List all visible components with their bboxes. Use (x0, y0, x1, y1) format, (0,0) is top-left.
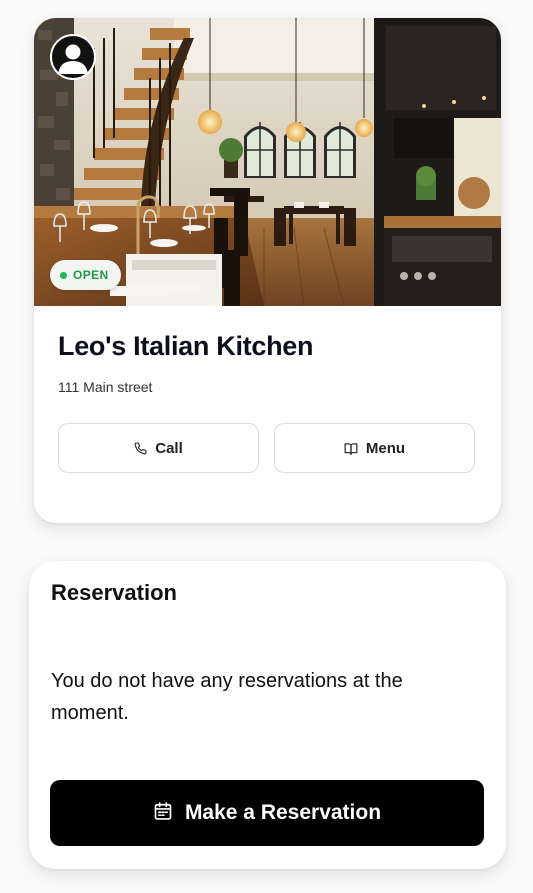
status-text: OPEN (73, 268, 109, 282)
restaurant-card: OPEN Leo's Italian Kitchen 111 Main stre… (34, 18, 501, 523)
status-badge: OPEN (50, 260, 121, 290)
status-dot-icon (60, 271, 67, 279)
menu-button-label: Menu (365, 439, 406, 457)
phone-icon (134, 441, 147, 455)
calendar-icon (153, 801, 173, 826)
reservation-card: Reservation You do not have any reservat… (29, 561, 506, 869)
restaurant-name: Leo's Italian Kitchen (58, 331, 314, 361)
menu-button[interactable]: Menu (274, 423, 475, 473)
make-reservation-label: Make a Reservation (184, 801, 382, 824)
call-button[interactable]: Call (58, 423, 259, 473)
restaurant-hero-image: OPEN (34, 18, 501, 306)
make-reservation-button[interactable]: Make a Reservation (50, 780, 484, 846)
reservation-title: Reservation (51, 580, 177, 605)
call-button-label: Call (155, 439, 183, 457)
restaurant-address: 111 Main street (58, 379, 153, 395)
user-avatar-icon[interactable] (50, 34, 96, 80)
reservation-empty-message: You do not have any reservations at the … (51, 670, 403, 724)
book-open-icon (344, 442, 358, 455)
